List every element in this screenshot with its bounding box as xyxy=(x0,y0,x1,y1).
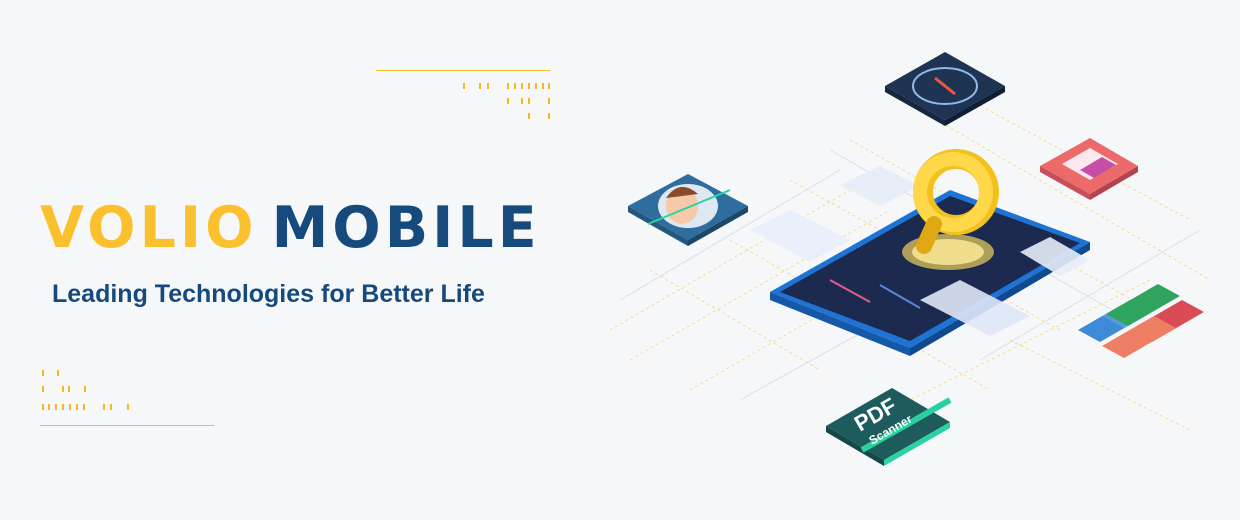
pdf-scanner-icon: PDF Scanner xyxy=(826,388,952,466)
gallery-icon xyxy=(1040,138,1138,200)
brand-word-volio: VOLIO xyxy=(40,195,258,261)
office-docs-icon xyxy=(1078,284,1204,358)
brand-title: VOLIO MOBILE xyxy=(40,195,541,261)
compass-icon xyxy=(885,52,1005,126)
brand-tagline: Leading Technologies for Better Life xyxy=(52,280,485,308)
brand-word-mobile: MOBILE xyxy=(271,195,541,261)
hero-banner: VOLIO MOBILE Leading Technologies for Bet… xyxy=(0,0,1240,520)
illustration: PDF Scanner xyxy=(609,52,1211,466)
